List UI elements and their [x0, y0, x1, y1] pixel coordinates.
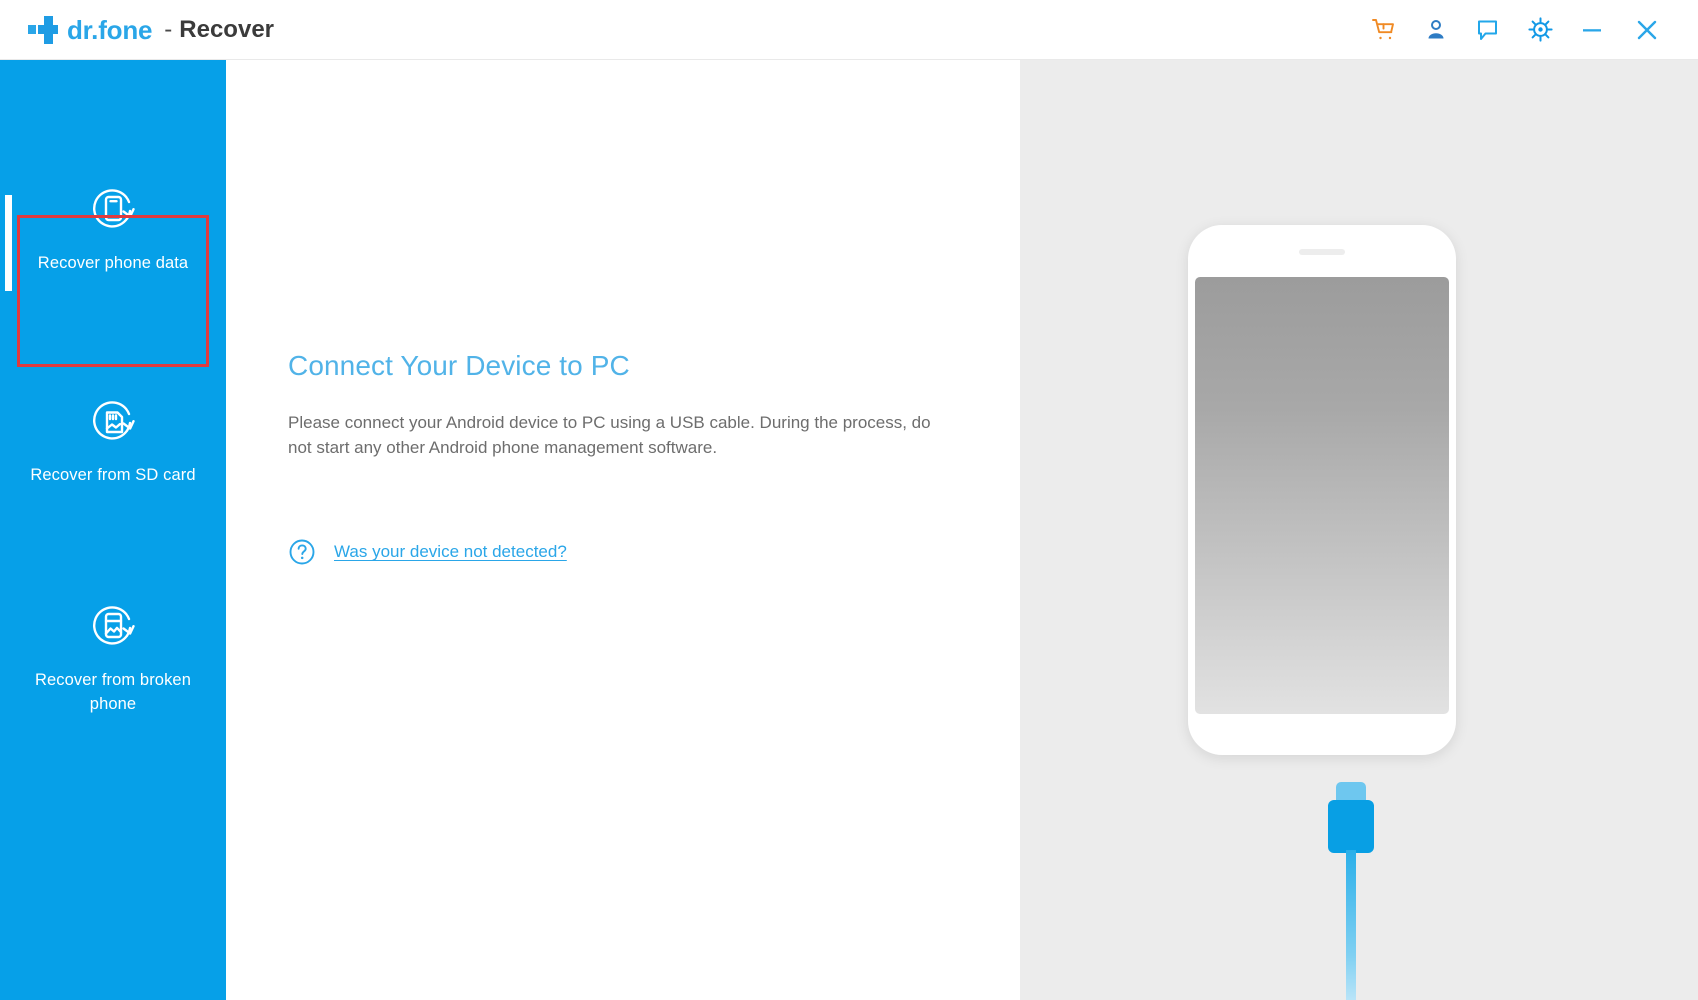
account-icon[interactable] [1410, 0, 1462, 60]
title-bar-actions [1358, 0, 1698, 60]
active-item-marker [5, 195, 12, 291]
recover-phone-data-icon [82, 178, 144, 240]
brand-name: dr.fone [67, 14, 153, 45]
main-content: Connect Your Device to PC Please connect… [226, 60, 1020, 1000]
instruction-text: Please connect your Android device to PC… [288, 413, 931, 458]
title-bar: dr.fone - Recover [0, 0, 1698, 60]
sidebar-item-recover-phone-data[interactable]: Recover phone data [0, 178, 226, 276]
sidebar: Recover phone data Recover from SD card [0, 60, 226, 1000]
sidebar-item-label: Recover from broken phone [35, 671, 191, 713]
close-icon[interactable] [1618, 0, 1676, 60]
android-phone-illustration [1188, 225, 1456, 755]
help-link-label: Was your device not detected? [334, 542, 567, 562]
sidebar-item-label: Recover from SD card [30, 466, 196, 484]
device-not-detected-link[interactable]: Was your device not detected? [288, 538, 567, 566]
cart-icon[interactable] [1358, 0, 1410, 60]
recover-broken-phone-icon [82, 595, 144, 657]
usb-connector-head [1328, 800, 1374, 853]
drfone-logo-icon [28, 15, 58, 44]
sidebar-item-label: Recover phone data [37, 254, 189, 272]
brand: dr.fone - Recover [28, 0, 274, 60]
page-title: Connect Your Device to PC [288, 350, 630, 381]
feedback-icon[interactable] [1462, 0, 1514, 60]
brand-separator: - [164, 15, 173, 43]
recover-sd-card-icon [82, 390, 144, 452]
minimize-icon[interactable] [1566, 0, 1618, 60]
module-name: Recover [179, 15, 275, 43]
illustration-panel [1020, 60, 1698, 1000]
question-circle-icon [288, 538, 316, 566]
sidebar-item-recover-from-sd-card[interactable]: Recover from SD card [0, 390, 226, 488]
sidebar-item-recover-from-broken-phone[interactable]: Recover from broken phone [0, 595, 226, 717]
settings-gear-icon[interactable] [1514, 0, 1566, 60]
phone-speaker [1299, 249, 1345, 255]
instruction-panel: Connect Your Device to PC Please connect… [288, 350, 968, 566]
phone-screen [1195, 277, 1449, 714]
app-window: dr.fone - Recover Recover phone data Rec… [0, 0, 1698, 1000]
usb-cable-wire [1346, 850, 1356, 1000]
